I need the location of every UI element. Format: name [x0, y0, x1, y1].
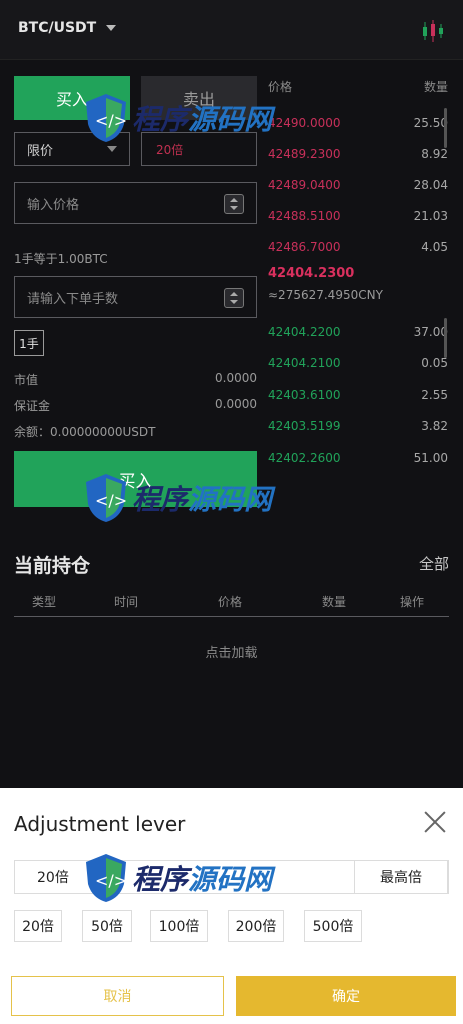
- watermark-brand-part2: 源码网: [188, 483, 273, 516]
- market-value-label: 市值: [14, 373, 39, 387]
- ask-price: 42488.5100: [268, 209, 341, 223]
- quantity-stepper-icon[interactable]: [224, 288, 244, 308]
- candlestick-chart-icon[interactable]: [421, 18, 445, 44]
- bid-qty: 3.82: [421, 419, 448, 433]
- ask-row[interactable]: 42489.2300 8.92: [268, 147, 448, 161]
- close-icon[interactable]: [421, 808, 449, 836]
- pair-label: BTC/USDT: [18, 20, 97, 36]
- column-action: 操作: [400, 595, 425, 609]
- orderbook-header: 价格 数量: [268, 78, 448, 95]
- ask-row[interactable]: 42486.7000 4.05: [268, 240, 448, 254]
- ask-qty: 28.04: [413, 178, 448, 192]
- asks-scrollbar[interactable]: [444, 108, 447, 148]
- load-more-link[interactable]: 点击加载: [0, 642, 463, 661]
- market-value: 0.0000: [215, 371, 257, 385]
- bid-price: 42402.2600: [268, 451, 341, 465]
- ask-row[interactable]: 42488.5100 21.03: [268, 209, 448, 223]
- bid-qty: 2.55: [421, 388, 448, 402]
- bid-qty: 37.00: [413, 325, 448, 339]
- balance: 余额：0.00000000USDT: [14, 425, 156, 439]
- pair-selector[interactable]: BTC/USDT: [18, 20, 117, 36]
- preset-50x-button[interactable]: 50倍: [82, 910, 132, 942]
- bid-price: 42403.5199: [268, 419, 341, 433]
- watermark-logo: </> 程序源码网: [84, 472, 272, 524]
- ask-row[interactable]: 42489.0400 28.04: [268, 178, 448, 192]
- ask-qty: 8.92: [421, 147, 448, 161]
- bid-price: 42404.2100: [268, 356, 341, 370]
- ask-qty: 4.05: [421, 240, 448, 254]
- bid-qty: 0.05: [421, 356, 448, 370]
- ask-price: 42486.7000: [268, 240, 341, 254]
- bids-scrollbar[interactable]: [444, 318, 447, 358]
- order-type-label: 限价: [27, 143, 54, 159]
- svg-text:</>: </>: [95, 871, 127, 890]
- positions-all-link[interactable]: 全部: [419, 553, 449, 574]
- column-qty: 数量: [322, 595, 347, 609]
- column-time: 时间: [114, 595, 139, 609]
- qty-header: 数量: [423, 80, 448, 94]
- lot-note: 1手等于1.00BTC: [14, 252, 108, 266]
- lever-input-value: 20倍: [37, 870, 69, 886]
- ask-price: 42489.2300: [268, 147, 341, 161]
- svg-text:</>: </>: [95, 111, 127, 130]
- positions-title: 当前持仓: [14, 555, 91, 577]
- preset-200x-button[interactable]: 200倍: [228, 910, 284, 942]
- unit-button[interactable]: 1手: [14, 330, 44, 356]
- watermark-logo: </> 程序源码网: [84, 92, 272, 144]
- bid-row[interactable]: 42404.2100 0.05: [268, 356, 448, 370]
- column-type: 类型: [32, 595, 57, 609]
- chevron-down-icon: [106, 25, 117, 31]
- shield-code-icon: </>: [86, 854, 127, 902]
- watermark-brand-part1: 程序: [132, 483, 189, 516]
- last-price-cny: ≈275627.4950CNY: [268, 288, 383, 302]
- bid-qty: 51.00: [413, 451, 448, 465]
- max-lever-button[interactable]: 最高倍: [354, 860, 448, 894]
- shield-code-icon: </>: [86, 474, 127, 522]
- watermark-logo: </> 程序源码网: [84, 852, 272, 904]
- ask-qty: 25.50: [413, 116, 448, 130]
- margin-value: 0.0000: [215, 397, 257, 411]
- last-price: 42404.2300: [268, 266, 355, 281]
- cancel-button[interactable]: 取消: [11, 976, 224, 1016]
- ask-price: 42490.0000: [268, 116, 341, 130]
- bid-price: 42403.6100: [268, 388, 341, 402]
- watermark-brand-part1: 程序: [132, 863, 189, 896]
- bid-price: 42404.2200: [268, 325, 341, 339]
- sheet-title: Adjustment lever: [14, 812, 186, 836]
- ask-price: 42489.0400: [268, 178, 341, 192]
- chevron-down-icon: [107, 146, 117, 152]
- shield-code-icon: </>: [86, 94, 127, 142]
- positions-table-header: 类型 时间 价格 数量 操作: [14, 593, 449, 617]
- bid-row[interactable]: 42403.6100 2.55: [268, 388, 448, 402]
- top-bar: BTC/USDT: [0, 0, 463, 60]
- watermark-brand-part2: 源码网: [188, 103, 273, 136]
- quantity-input[interactable]: 请输入下单手数: [14, 276, 257, 318]
- bid-row[interactable]: 42402.2600 51.00: [268, 451, 448, 465]
- margin-row: 保证金 0.0000: [14, 397, 257, 414]
- quantity-placeholder: 请输入下单手数: [27, 291, 119, 307]
- margin-label: 保证金: [14, 399, 51, 413]
- bid-row[interactable]: 42404.2200 37.00: [268, 325, 448, 339]
- preset-100x-button[interactable]: 100倍: [150, 910, 208, 942]
- confirm-button[interactable]: 确定: [236, 976, 456, 1016]
- preset-20x-button[interactable]: 20倍: [14, 910, 62, 942]
- preset-500x-button[interactable]: 500倍: [304, 910, 362, 942]
- ask-qty: 21.03: [413, 209, 448, 223]
- column-price: 价格: [218, 595, 243, 609]
- svg-text:</>: </>: [95, 491, 127, 510]
- lever-sheet: Adjustment lever 20倍 最高倍 20倍 50倍 100倍 20…: [0, 788, 463, 1024]
- bid-row[interactable]: 42403.5199 3.82: [268, 419, 448, 433]
- market-value-row: 市值 0.0000: [14, 371, 257, 388]
- watermark-brand-part1: 程序: [132, 103, 189, 136]
- ask-row[interactable]: 42490.0000 25.50: [268, 116, 448, 130]
- price-stepper-icon[interactable]: [224, 194, 244, 214]
- price-placeholder: 输入价格: [27, 197, 80, 213]
- price-input[interactable]: 输入价格: [14, 182, 257, 224]
- watermark-brand-part2: 源码网: [188, 863, 273, 896]
